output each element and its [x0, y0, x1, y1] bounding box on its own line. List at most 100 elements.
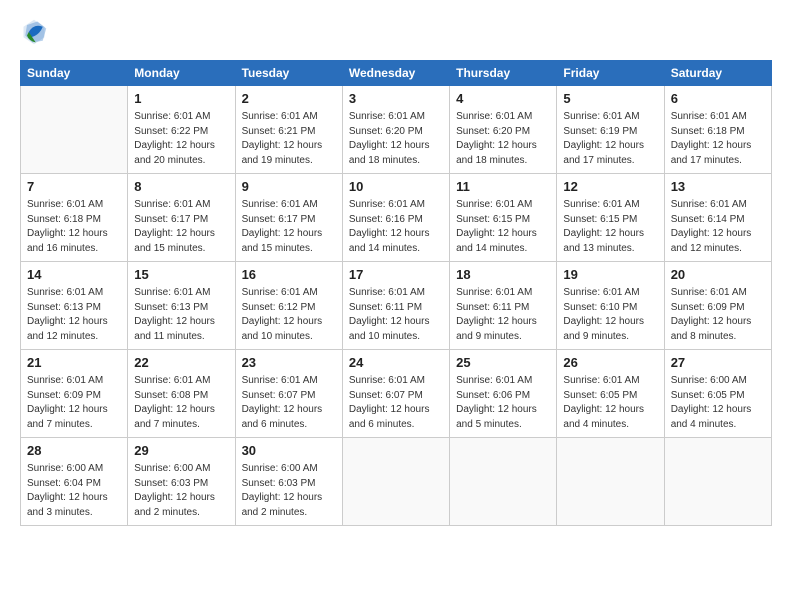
day-info: Sunrise: 6:01 AM Sunset: 6:19 PM Dayligh…	[563, 110, 657, 168]
day-info: Sunrise: 6:01 AM Sunset: 6:16 PM Dayligh…	[349, 198, 443, 256]
day-info: Sunrise: 6:01 AM Sunset: 6:14 PM Dayligh…	[671, 198, 765, 256]
day-number: 15	[134, 266, 228, 284]
calendar-cell: 16 Sunrise: 6:01 AM Sunset: 6:12 PM Dayli…	[235, 262, 342, 350]
calendar-cell: 12 Sunrise: 6:01 AM Sunset: 6:15 PM Dayli…	[557, 174, 664, 262]
day-info: Sunrise: 6:01 AM Sunset: 6:17 PM Dayligh…	[242, 198, 336, 256]
calendar-cell: 9 Sunrise: 6:01 AM Sunset: 6:17 PM Daylig…	[235, 174, 342, 262]
calendar-cell: 13 Sunrise: 6:01 AM Sunset: 6:14 PM Dayli…	[664, 174, 771, 262]
calendar-cell: 30 Sunrise: 6:00 AM Sunset: 6:03 PM Dayli…	[235, 438, 342, 526]
weekday-header-friday: Friday	[557, 61, 664, 86]
calendar-cell: 24Sunrise: 6:01 AM Sunset: 6:07 PM Dayli…	[342, 350, 449, 438]
logo	[20, 18, 50, 46]
day-number: 22	[134, 354, 228, 372]
day-number: 17	[349, 266, 443, 284]
calendar-week-3: 14Sunrise: 6:01 AM Sunset: 6:13 PM Dayli…	[21, 262, 772, 350]
day-info: Sunrise: 6:00 AM Sunset: 6:03 PM Dayligh…	[134, 462, 228, 520]
weekday-header-tuesday: Tuesday	[235, 61, 342, 86]
day-info: Sunrise: 6:01 AM Sunset: 6:22 PM Dayligh…	[134, 110, 228, 168]
calendar-cell: 26 Sunrise: 6:01 AM Sunset: 6:05 PM Dayli…	[557, 350, 664, 438]
calendar-week-2: 7 Sunrise: 6:01 AM Sunset: 6:18 PM Daylig…	[21, 174, 772, 262]
day-number: 5	[563, 90, 657, 108]
day-number: 20	[671, 266, 765, 284]
calendar-cell	[557, 438, 664, 526]
weekday-header-monday: Monday	[128, 61, 235, 86]
day-info: Sunrise: 6:00 AM Sunset: 6:05 PM Dayligh…	[671, 374, 765, 432]
calendar-cell: 18 Sunrise: 6:01 AM Sunset: 6:11 PM Dayli…	[450, 262, 557, 350]
day-info: Sunrise: 6:01 AM Sunset: 6:17 PM Dayligh…	[134, 198, 228, 256]
day-number: 10	[349, 178, 443, 196]
day-info: Sunrise: 6:01 AM Sunset: 6:06 PM Dayligh…	[456, 374, 550, 432]
weekday-header-wednesday: Wednesday	[342, 61, 449, 86]
calendar-cell	[664, 438, 771, 526]
day-number: 21	[27, 354, 121, 372]
calendar-cell: 8 Sunrise: 6:01 AM Sunset: 6:17 PM Daylig…	[128, 174, 235, 262]
weekday-header-thursday: Thursday	[450, 61, 557, 86]
day-number: 13	[671, 178, 765, 196]
calendar-table: SundayMondayTuesdayWednesdayThursdayFrid…	[20, 60, 772, 526]
day-info: Sunrise: 6:01 AM Sunset: 6:08 PM Dayligh…	[134, 374, 228, 432]
calendar-cell: 4Sunrise: 6:01 AM Sunset: 6:20 PM Daylig…	[450, 86, 557, 174]
calendar-cell: 5 Sunrise: 6:01 AM Sunset: 6:19 PM Daylig…	[557, 86, 664, 174]
calendar-week-1: 1Sunrise: 6:01 AM Sunset: 6:22 PM Daylig…	[21, 86, 772, 174]
day-number: 29	[134, 442, 228, 460]
day-number: 11	[456, 178, 550, 196]
calendar-cell: 25 Sunrise: 6:01 AM Sunset: 6:06 PM Dayli…	[450, 350, 557, 438]
calendar-cell: 19Sunrise: 6:01 AM Sunset: 6:10 PM Dayli…	[557, 262, 664, 350]
day-info: Sunrise: 6:01 AM Sunset: 6:13 PM Dayligh…	[27, 286, 121, 344]
day-number: 25	[456, 354, 550, 372]
calendar-cell	[342, 438, 449, 526]
day-info: Sunrise: 6:01 AM Sunset: 6:13 PM Dayligh…	[134, 286, 228, 344]
day-info: Sunrise: 6:01 AM Sunset: 6:12 PM Dayligh…	[242, 286, 336, 344]
page: SundayMondayTuesdayWednesdayThursdayFrid…	[0, 0, 792, 612]
calendar-cell: 7 Sunrise: 6:01 AM Sunset: 6:18 PM Daylig…	[21, 174, 128, 262]
calendar-cell	[21, 86, 128, 174]
day-info: Sunrise: 6:00 AM Sunset: 6:04 PM Dayligh…	[27, 462, 121, 520]
calendar-cell	[450, 438, 557, 526]
day-number: 23	[242, 354, 336, 372]
calendar-cell: 6 Sunrise: 6:01 AM Sunset: 6:18 PM Daylig…	[664, 86, 771, 174]
day-info: Sunrise: 6:01 AM Sunset: 6:11 PM Dayligh…	[349, 286, 443, 344]
day-info: Sunrise: 6:01 AM Sunset: 6:18 PM Dayligh…	[671, 110, 765, 168]
calendar-week-4: 21 Sunrise: 6:01 AM Sunset: 6:09 PM Dayli…	[21, 350, 772, 438]
day-info: Sunrise: 6:01 AM Sunset: 6:07 PM Dayligh…	[242, 374, 336, 432]
day-number: 12	[563, 178, 657, 196]
day-info: Sunrise: 6:01 AM Sunset: 6:11 PM Dayligh…	[456, 286, 550, 344]
day-number: 2	[242, 90, 336, 108]
calendar-cell: 20 Sunrise: 6:01 AM Sunset: 6:09 PM Dayli…	[664, 262, 771, 350]
day-number: 26	[563, 354, 657, 372]
day-info: Sunrise: 6:01 AM Sunset: 6:09 PM Dayligh…	[27, 374, 121, 432]
day-info: Sunrise: 6:01 AM Sunset: 6:09 PM Dayligh…	[671, 286, 765, 344]
day-number: 6	[671, 90, 765, 108]
day-info: Sunrise: 6:00 AM Sunset: 6:03 PM Dayligh…	[242, 462, 336, 520]
day-number: 30	[242, 442, 336, 460]
calendar-cell: 14Sunrise: 6:01 AM Sunset: 6:13 PM Dayli…	[21, 262, 128, 350]
day-number: 3	[349, 90, 443, 108]
day-info: Sunrise: 6:01 AM Sunset: 6:18 PM Dayligh…	[27, 198, 121, 256]
day-number: 18	[456, 266, 550, 284]
calendar-week-5: 28 Sunrise: 6:00 AM Sunset: 6:04 PM Dayli…	[21, 438, 772, 526]
day-number: 28	[27, 442, 121, 460]
day-info: Sunrise: 6:01 AM Sunset: 6:05 PM Dayligh…	[563, 374, 657, 432]
day-number: 9	[242, 178, 336, 196]
calendar-cell: 22 Sunrise: 6:01 AM Sunset: 6:08 PM Dayli…	[128, 350, 235, 438]
day-info: Sunrise: 6:01 AM Sunset: 6:15 PM Dayligh…	[456, 198, 550, 256]
day-info: Sunrise: 6:01 AM Sunset: 6:10 PM Dayligh…	[563, 286, 657, 344]
day-number: 7	[27, 178, 121, 196]
calendar-cell: 3 Sunrise: 6:01 AM Sunset: 6:20 PM Daylig…	[342, 86, 449, 174]
calendar-cell: 11 Sunrise: 6:01 AM Sunset: 6:15 PM Dayli…	[450, 174, 557, 262]
calendar-cell: 29 Sunrise: 6:00 AM Sunset: 6:03 PM Dayli…	[128, 438, 235, 526]
day-number: 16	[242, 266, 336, 284]
weekday-header-row: SundayMondayTuesdayWednesdayThursdayFrid…	[21, 61, 772, 86]
header	[20, 18, 772, 46]
calendar-cell: 28 Sunrise: 6:00 AM Sunset: 6:04 PM Dayli…	[21, 438, 128, 526]
day-info: Sunrise: 6:01 AM Sunset: 6:07 PM Dayligh…	[349, 374, 443, 432]
calendar-cell: 27 Sunrise: 6:00 AM Sunset: 6:05 PM Dayli…	[664, 350, 771, 438]
calendar-cell: 23 Sunrise: 6:01 AM Sunset: 6:07 PM Dayli…	[235, 350, 342, 438]
calendar-cell: 1Sunrise: 6:01 AM Sunset: 6:22 PM Daylig…	[128, 86, 235, 174]
day-info: Sunrise: 6:01 AM Sunset: 6:20 PM Dayligh…	[349, 110, 443, 168]
day-number: 8	[134, 178, 228, 196]
day-number: 27	[671, 354, 765, 372]
weekday-header-saturday: Saturday	[664, 61, 771, 86]
calendar-cell: 17 Sunrise: 6:01 AM Sunset: 6:11 PM Dayli…	[342, 262, 449, 350]
day-info: Sunrise: 6:01 AM Sunset: 6:15 PM Dayligh…	[563, 198, 657, 256]
